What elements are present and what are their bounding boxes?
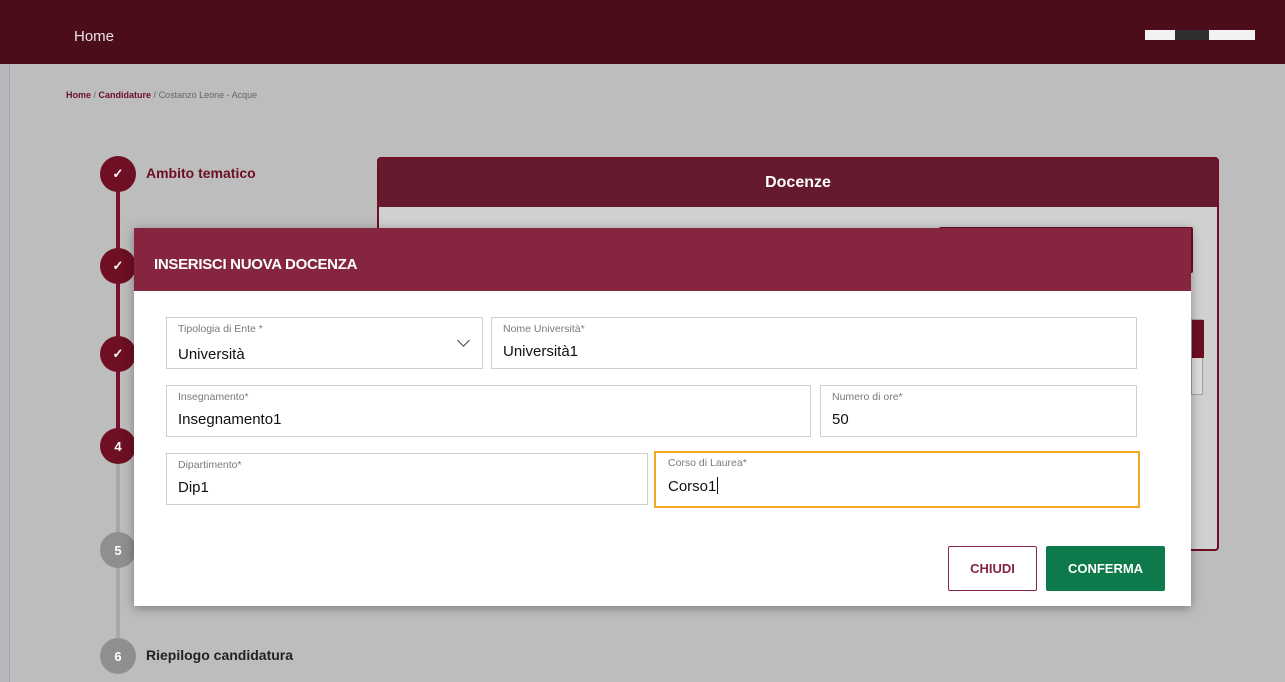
corso-laurea-input[interactable]: Corso di Laurea* Corso1	[654, 451, 1140, 508]
confirm-button[interactable]: CONFERMA	[1046, 546, 1165, 591]
step-2-check-icon[interactable]: ✓	[100, 248, 136, 284]
step-1-check-icon[interactable]: ✓	[100, 156, 136, 192]
insegnamento-value: Insegnamento1	[178, 411, 282, 428]
nav-home-link[interactable]: Home	[74, 28, 114, 45]
step-6-label[interactable]: Riepilogo candidatura	[146, 647, 293, 663]
dipartimento-label: Dipartimento*	[178, 459, 242, 471]
insegnamento-input[interactable]: Insegnamento* Insegnamento1	[166, 385, 811, 437]
nome-universita-label: Nome Università*	[503, 323, 585, 335]
docenze-card-title: Docenze	[379, 159, 1217, 207]
dipartimento-value: Dip1	[178, 479, 209, 496]
breadcrumb-home[interactable]: Home	[66, 90, 91, 100]
close-button[interactable]: CHIUDI	[948, 546, 1037, 591]
page-edge	[0, 0, 10, 682]
breadcrumb-separator: /	[91, 90, 99, 100]
nome-universita-input[interactable]: Nome Università* Università1	[491, 317, 1137, 369]
corso-laurea-value-wrap: Corso1	[668, 477, 719, 495]
tipologia-ente-label: Tipologia di Ente *	[178, 323, 263, 335]
breadcrumb-separator: /	[151, 90, 159, 100]
breadcrumb-candidature[interactable]: Candidature	[99, 90, 152, 100]
step-5-marker[interactable]: 5	[100, 532, 136, 568]
tipologia-ente-value: Università	[178, 346, 245, 363]
breadcrumb: Home / Candidature / Costanzo Leone - Ac…	[66, 90, 257, 100]
breadcrumb-current: Costanzo Leone - Acque	[158, 90, 258, 100]
user-name-redacted[interactable]	[1145, 30, 1255, 40]
docenze-table	[1191, 319, 1204, 395]
step-1-label[interactable]: Ambito tematico	[146, 165, 256, 181]
new-docenza-modal: INSERISCI NUOVA DOCENZA Tipologia di Ent…	[134, 228, 1191, 606]
top-navbar: Home	[0, 0, 1285, 64]
corso-laurea-value: Corso1	[668, 478, 717, 495]
text-caret	[717, 477, 719, 494]
stepper-connector	[116, 190, 120, 458]
dipartimento-input[interactable]: Dipartimento* Dip1	[166, 453, 648, 505]
step-3-check-icon[interactable]: ✓	[100, 336, 136, 372]
step-6-marker[interactable]: 6	[100, 638, 136, 674]
step-4-marker[interactable]: 4	[100, 428, 136, 464]
tipologia-ente-select[interactable]: Tipologia di Ente * Università	[166, 317, 483, 369]
numero-ore-input[interactable]: Numero di ore* 50	[820, 385, 1137, 437]
numero-ore-value: 50	[832, 411, 849, 428]
corso-laurea-label: Corso di Laurea*	[668, 457, 747, 469]
insegnamento-label: Insegnamento*	[178, 391, 249, 403]
numero-ore-label: Numero di ore*	[832, 391, 903, 403]
chevron-down-icon[interactable]	[457, 334, 470, 347]
nome-universita-value: Università1	[503, 343, 579, 360]
modal-title: INSERISCI NUOVA DOCENZA	[134, 228, 1191, 291]
